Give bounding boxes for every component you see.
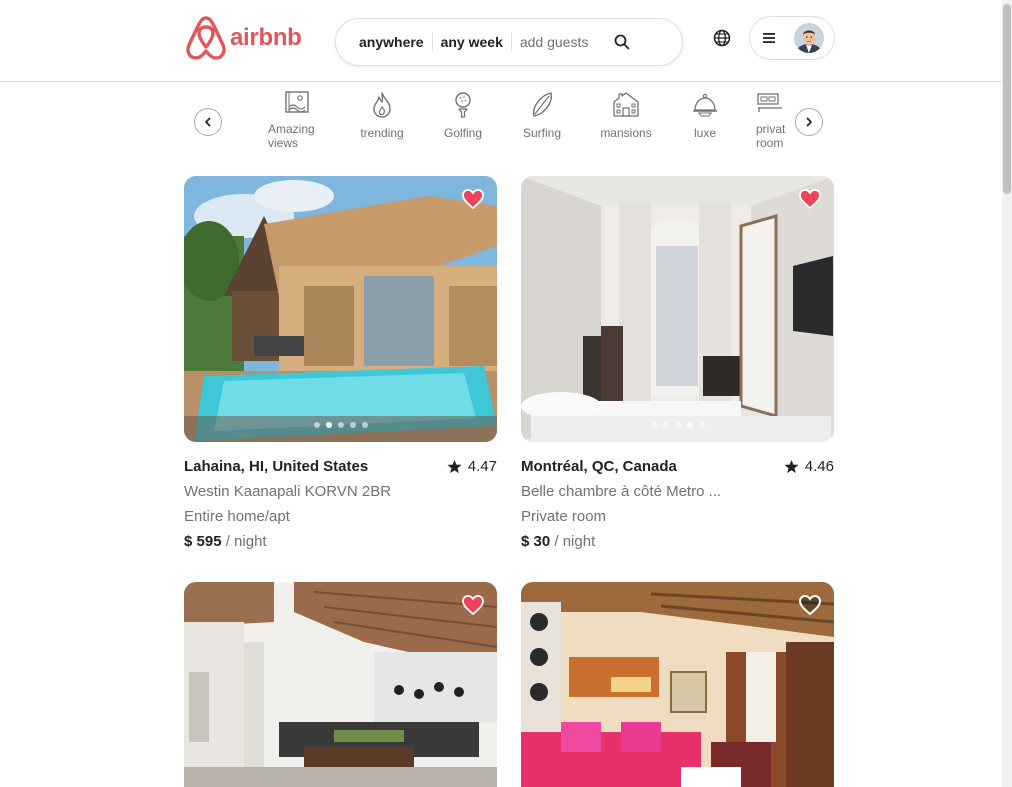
chevron-right-icon bbox=[806, 117, 812, 127]
category-mansions[interactable]: mansions bbox=[598, 90, 654, 140]
listing-photo[interactable] bbox=[184, 176, 497, 442]
heart-icon[interactable] bbox=[461, 188, 485, 210]
surfboard-icon bbox=[532, 92, 552, 117]
carousel-dot[interactable] bbox=[650, 422, 657, 428]
category-bar: Amazing views trending Golfing Surfing m… bbox=[184, 82, 834, 162]
listing-photo-image bbox=[521, 176, 834, 442]
price-value: $ 30 bbox=[521, 533, 551, 550]
avatar bbox=[794, 23, 824, 53]
globe-icon[interactable] bbox=[710, 26, 734, 50]
listing-info: Lahaina, HI, United States 4.47 Westin K… bbox=[184, 458, 497, 551]
carousel-dot[interactable] bbox=[325, 422, 332, 428]
listing-price: $ 595 / night bbox=[184, 533, 497, 551]
search-dates[interactable]: any week bbox=[433, 34, 511, 50]
category-label: luxe bbox=[693, 126, 716, 140]
category-next-button[interactable] bbox=[795, 108, 823, 136]
category-label: mansions bbox=[600, 126, 652, 140]
listing-card[interactable]: Montréal, QC, Canada 4.46 Belle chambre … bbox=[521, 176, 834, 551]
listing-card[interactable] bbox=[521, 582, 834, 787]
listing-info: Montréal, QC, Canada 4.46 Belle chambre … bbox=[521, 458, 834, 551]
airbnb-logo-icon bbox=[186, 16, 226, 60]
cloche-icon bbox=[693, 93, 717, 117]
mansion-icon bbox=[613, 92, 639, 117]
category-label: trending bbox=[360, 126, 404, 140]
menu-icon bbox=[763, 33, 775, 43]
rating-value: 4.47 bbox=[467, 458, 497, 475]
listing-photo-image bbox=[184, 176, 497, 442]
carousel-dot[interactable] bbox=[349, 422, 356, 428]
listing-rating: 4.46 bbox=[784, 458, 834, 475]
carousel-dot[interactable] bbox=[361, 422, 368, 428]
carousel-dots bbox=[650, 422, 705, 428]
bed-icon bbox=[757, 93, 782, 112]
listing-photo-image bbox=[184, 582, 497, 787]
listing-type: Entire home/apt bbox=[184, 508, 290, 525]
listing-price: $ 30 / night bbox=[521, 533, 834, 551]
category-trending[interactable]: trending bbox=[356, 90, 408, 140]
search-location[interactable]: anywhere bbox=[351, 34, 432, 50]
category-label: Amazing views bbox=[268, 122, 315, 150]
carousel-dots bbox=[313, 422, 368, 428]
search-icon[interactable] bbox=[610, 30, 634, 54]
scrollbar-thumb[interactable] bbox=[1003, 4, 1011, 194]
golf-icon bbox=[455, 92, 471, 118]
category-label: Surfing bbox=[522, 126, 562, 140]
flame-icon bbox=[373, 92, 391, 118]
category-prev-button[interactable] bbox=[194, 108, 222, 136]
listing-card[interactable]: Lahaina, HI, United States 4.47 Westin K… bbox=[184, 176, 497, 551]
chevron-left-icon bbox=[205, 117, 211, 127]
heart-icon[interactable] bbox=[461, 594, 485, 616]
brand-name: airbnb bbox=[230, 24, 302, 51]
carousel-dot[interactable] bbox=[686, 422, 693, 428]
airbnb-logo[interactable]: airbnb bbox=[184, 14, 302, 62]
rating-value: 4.46 bbox=[804, 458, 834, 475]
category-amazing-views[interactable]: Amazing views bbox=[268, 90, 326, 150]
search-bar[interactable]: anywhere any week add guests bbox=[335, 18, 683, 66]
listing-title: Westin Kaanapali KORVN 2BR bbox=[184, 483, 392, 500]
category-golfing[interactable]: Golfing bbox=[441, 90, 485, 140]
carousel-dot[interactable] bbox=[674, 422, 681, 428]
scrollbar[interactable] bbox=[1002, 0, 1012, 787]
user-menu-button[interactable] bbox=[749, 16, 835, 60]
listing-photo-image bbox=[521, 582, 834, 787]
category-private-room[interactable]: private room bbox=[756, 90, 786, 150]
listing-photo[interactable] bbox=[521, 176, 834, 442]
category-label: Golfing bbox=[443, 126, 483, 140]
header: airbnb anywhere any week add guests bbox=[0, 0, 1002, 82]
listing-photo[interactable] bbox=[184, 582, 497, 787]
category-label: private room bbox=[756, 122, 786, 150]
category-surfing[interactable]: Surfing bbox=[520, 90, 564, 140]
category-luxe[interactable]: luxe bbox=[689, 90, 721, 140]
listing-photo[interactable] bbox=[521, 582, 834, 787]
star-icon bbox=[784, 459, 799, 474]
price-unit: / night bbox=[554, 533, 596, 550]
star-icon bbox=[447, 459, 462, 474]
carousel-dot[interactable] bbox=[662, 422, 669, 428]
listing-card[interactable] bbox=[184, 582, 497, 787]
search-guests[interactable]: add guests bbox=[512, 34, 597, 50]
carousel-dot[interactable] bbox=[698, 422, 705, 428]
price-value: $ 595 bbox=[184, 533, 222, 550]
carousel-dot[interactable] bbox=[337, 422, 344, 428]
listing-title: Belle chambre à côté Metro ... bbox=[521, 483, 722, 500]
listing-type: Private room bbox=[521, 508, 607, 525]
amazing-views-icon bbox=[285, 91, 309, 113]
carousel-dot[interactable] bbox=[313, 422, 320, 428]
heart-icon[interactable] bbox=[798, 188, 822, 210]
listing-rating: 4.47 bbox=[447, 458, 497, 475]
heart-outline-icon[interactable] bbox=[798, 594, 822, 616]
price-unit: / night bbox=[225, 533, 267, 550]
